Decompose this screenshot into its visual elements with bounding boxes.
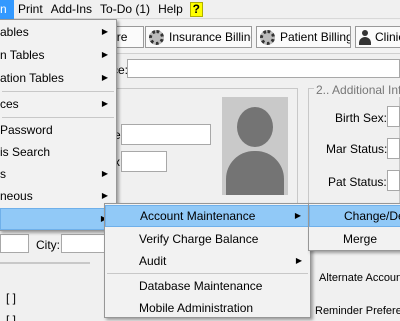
top-field[interactable] bbox=[127, 59, 400, 78]
menu-item-merge[interactable]: Merge bbox=[309, 228, 400, 250]
menu-add-ins[interactable]: Add-Ins bbox=[47, 0, 96, 19]
additional-info-title: 2.. Additional Info bbox=[314, 83, 400, 97]
submenu-maintenance: Account Maintenance ▶ Verify Charge Balan… bbox=[104, 203, 311, 318]
menu-separator bbox=[107, 273, 308, 274]
menu-item-label: Change/De bbox=[344, 209, 400, 223]
menu-item-label: Database Maintenance bbox=[139, 279, 263, 293]
menu-item-label: n Tables bbox=[0, 48, 45, 62]
gear-icon bbox=[260, 29, 275, 45]
menu-item-label: Mobile Administration bbox=[139, 301, 254, 315]
menu-item-label: neous bbox=[0, 189, 33, 203]
clinic-label: Clinic bbox=[375, 30, 400, 44]
menu-item-label: Merge bbox=[343, 232, 378, 246]
menu-bar: n Print Add-Ins To-Do (1) Help ? bbox=[0, 0, 400, 19]
bracket-field-1[interactable]: [ ] bbox=[6, 291, 16, 305]
menu-item-is-search[interactable]: is Search bbox=[0, 141, 116, 163]
divider bbox=[0, 262, 90, 264]
menu-item-password[interactable]: Password bbox=[0, 119, 116, 141]
menu-item-label: Verify Charge Balance bbox=[139, 232, 259, 246]
mar-status-field[interactable] bbox=[387, 138, 400, 159]
arrow-right-icon: ▶ bbox=[101, 169, 108, 178]
arrow-right-icon: ▶ bbox=[101, 27, 108, 36]
arrow-right-icon: ▶ bbox=[101, 99, 108, 108]
menu-item-n-tables[interactable]: n Tables ▶ bbox=[0, 44, 116, 66]
name-field[interactable] bbox=[121, 124, 211, 145]
menu-item-ces[interactable]: ces ▶ bbox=[0, 93, 116, 115]
menu-item-mobile-administration[interactable]: Mobile Administration bbox=[105, 297, 310, 319]
insurance-billing-label: Insurance Billing bbox=[169, 30, 252, 44]
menu-item-audit[interactable]: Audit ▶ bbox=[105, 250, 310, 272]
city-field[interactable] bbox=[61, 234, 105, 253]
menu-item-account-maintenance[interactable]: Account Maintenance ▶ bbox=[105, 205, 310, 227]
city-label: City: bbox=[36, 238, 60, 252]
menu-item-s[interactable]: s ▶ bbox=[0, 163, 116, 185]
menu-item-ation-tables[interactable]: ation Tables ▶ bbox=[0, 67, 116, 89]
alternate-account-label: Alternate Account bbox=[319, 272, 400, 284]
menu-item-change-delete[interactable]: Change/De bbox=[309, 205, 400, 227]
menu-item-highlighted[interactable]: ▶ bbox=[0, 208, 116, 230]
patient-billing-label: Patient Billing bbox=[280, 30, 351, 44]
help-icon[interactable]: ? bbox=[189, 1, 203, 17]
person-icon bbox=[359, 29, 371, 45]
arrow-right-icon: ▶ bbox=[295, 256, 302, 265]
mar-status-label: Mar Status: bbox=[326, 142, 388, 156]
menu-item-label: ation Tables bbox=[0, 71, 64, 85]
menu-item-label: Audit bbox=[139, 254, 167, 268]
birth-sex-field[interactable] bbox=[387, 106, 400, 127]
sex-field[interactable] bbox=[121, 151, 167, 172]
birth-sex-label: Birth Sex: bbox=[335, 111, 388, 125]
menu-item-label: is Search bbox=[0, 145, 51, 159]
dropdown-menu-main: ables ▶ n Tables ▶ ation Tables ▶ ces ▶ Pass… bbox=[0, 19, 117, 231]
menu-item-neous[interactable]: neous ▶ bbox=[0, 185, 116, 207]
menu-separator bbox=[2, 117, 114, 118]
arrow-right-icon: ▶ bbox=[101, 73, 108, 82]
menu-item-database-maintenance[interactable]: Database Maintenance bbox=[105, 275, 310, 297]
menu-item-label: Password bbox=[0, 123, 53, 137]
bracket-field-2[interactable]: [ ] bbox=[6, 313, 16, 321]
menu-item-verify-charge-balance[interactable]: Verify Charge Balance bbox=[105, 228, 310, 250]
arrow-right-icon: ▶ bbox=[101, 50, 108, 59]
insurance-billing-button[interactable]: Insurance Billing bbox=[145, 26, 252, 48]
menu-help[interactable]: Help bbox=[154, 0, 187, 19]
gear-icon bbox=[149, 29, 164, 45]
submenu-account-maintenance: Change/De Merge bbox=[308, 203, 400, 251]
patient-billing-button[interactable]: Patient Billing bbox=[256, 26, 351, 48]
patient-photo-placeholder bbox=[222, 97, 288, 195]
pat-status-field[interactable] bbox=[387, 170, 400, 191]
menu-item-label: s bbox=[0, 167, 6, 181]
menu-to-do[interactable]: To-Do (1) bbox=[96, 0, 154, 19]
reminder-preference-label: Reminder Preference bbox=[315, 305, 400, 317]
menu-print[interactable]: Print bbox=[14, 0, 47, 19]
menu-item-label: ables bbox=[0, 25, 29, 39]
pat-status-label: Pat Status: bbox=[328, 175, 387, 189]
address-field-left[interactable] bbox=[0, 234, 29, 253]
menu-item-label: ces bbox=[0, 97, 19, 111]
clinic-button[interactable]: Clinic bbox=[355, 26, 400, 48]
menu-separator bbox=[2, 91, 114, 92]
menu-item-label: Account Maintenance bbox=[140, 209, 256, 223]
menu-item-tables[interactable]: ables ▶ bbox=[0, 21, 116, 43]
arrow-right-icon: ▶ bbox=[294, 211, 301, 220]
menu-active-partial[interactable]: n bbox=[0, 0, 14, 19]
